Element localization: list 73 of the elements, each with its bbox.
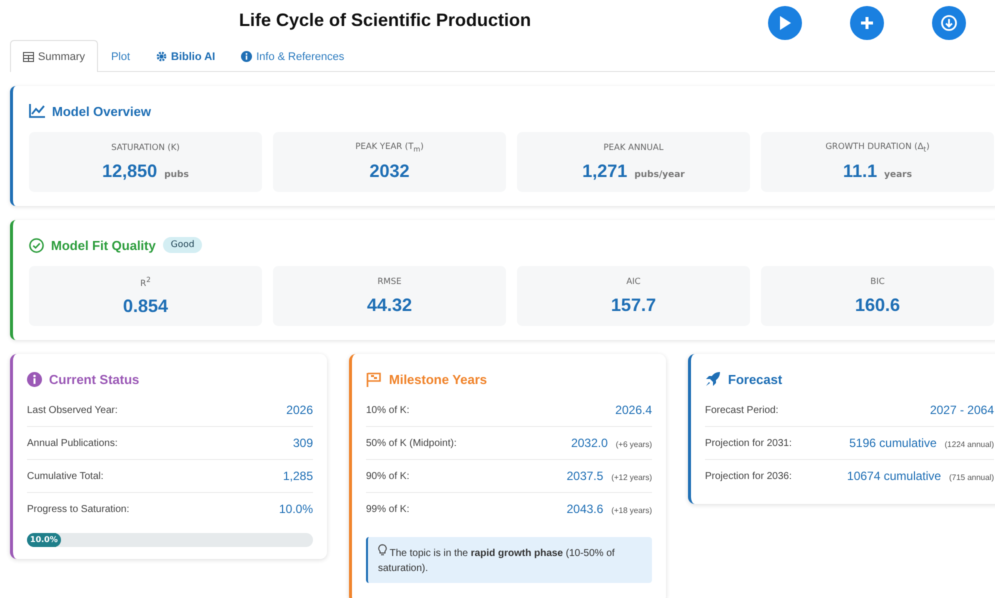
stat-value: 0.854 (122, 296, 168, 318)
stat-label: RMSE (377, 276, 402, 286)
stat-unit: years (884, 170, 912, 180)
stat-label: R$^{2}$ (140, 274, 151, 288)
info-icon (27, 372, 42, 386)
panel-title: Model Overview (52, 104, 151, 118)
row-note: (+12 years) (611, 473, 652, 482)
add-button[interactable] (850, 6, 884, 40)
row-value: 2026.4 (615, 403, 652, 417)
row-value: 2043.6 (566, 502, 604, 516)
row-value: 2027 - 2064 (930, 403, 994, 417)
lightbulb-icon (378, 544, 387, 556)
stat-label: AIC (626, 276, 641, 286)
row-note: (715 annual) (949, 473, 994, 482)
stat-unit: pubs (164, 170, 189, 180)
row-label: Projection for 2031: (705, 438, 792, 448)
row-note: (+18 years) (611, 506, 652, 515)
stat-value: 2032 (369, 161, 410, 182)
row-note: (+6 years) (616, 440, 652, 449)
play-icon (779, 16, 791, 30)
flag-icon (366, 372, 382, 386)
stat-label: PEAK ANNUAL (604, 142, 664, 152)
row-label: 50% of K (Midpoint): (366, 438, 457, 448)
stat-value: 160.6 (854, 294, 900, 316)
table-icon (23, 52, 34, 62)
page-title: Life Cycle of Scientific Production (239, 10, 532, 31)
row-value: 5196 cumulative (849, 436, 937, 450)
download-button[interactable] (932, 6, 966, 40)
play-button[interactable] (768, 6, 802, 40)
row-label: 99% of K: (366, 504, 410, 514)
row-label: Last Observed Year: (27, 404, 118, 416)
line-chart-icon (29, 104, 45, 118)
stat-label: SATURATION (K) (111, 142, 180, 152)
card-title: Current Status (49, 372, 140, 386)
download-icon (941, 15, 957, 31)
row-value: 2026 (286, 403, 313, 417)
row-value: 1,285 (282, 469, 313, 483)
stat-label: BIC (870, 276, 885, 286)
row-value: 309 (292, 436, 313, 450)
row-value: 2032.0 (571, 436, 608, 450)
stat-value: 44.32 (366, 294, 412, 316)
card-title: Forecast (728, 372, 782, 386)
panel-title: Model Fit Quality (51, 238, 156, 252)
stat-unit: pubs/year (634, 170, 685, 180)
row-label: Annual Publications: (27, 438, 118, 448)
row-label: 90% of K: (366, 470, 410, 482)
quality-badge: Good (162, 237, 202, 253)
row-value: 10.0% (278, 502, 313, 516)
stat-label: GROWTH DURATION (Δ$_{t}$) (825, 142, 930, 154)
tab[interactable]: Summary (10, 40, 98, 72)
row-value: 10674 cumulative (847, 469, 942, 483)
row-label: Projection for 2036: (705, 470, 792, 482)
tab[interactable]: Plot (98, 40, 144, 72)
stat-value: 12,850 (102, 160, 158, 182)
row-value: 2037.5 (566, 469, 604, 483)
row-label: Progress to Saturation: (27, 504, 130, 514)
stat-label: PEAK YEAR (T$_{m}$) (355, 142, 424, 154)
row-note: (1224 annual) (944, 440, 994, 449)
tip-text: The topic is in the rapid growth phase (10-50% of saturation). (378, 544, 642, 576)
tab[interactable]: Info & References (228, 40, 358, 72)
check-circle-icon (29, 238, 44, 252)
card-title: Milestone Years (389, 372, 488, 386)
gear-icon (156, 51, 168, 62)
info-icon (241, 51, 252, 62)
row-label: Forecast Period: (705, 404, 778, 416)
plus-icon (860, 16, 874, 30)
row-label: 10% of K: (366, 404, 410, 416)
row-label: Cumulative Total: (27, 470, 104, 482)
stat-value: 1,271 (582, 160, 628, 182)
rocket-icon (705, 371, 721, 387)
stat-value: 157.7 (610, 294, 656, 316)
stat-value: 11.1 (843, 161, 878, 182)
tab[interactable]: Biblio AI (143, 40, 228, 72)
